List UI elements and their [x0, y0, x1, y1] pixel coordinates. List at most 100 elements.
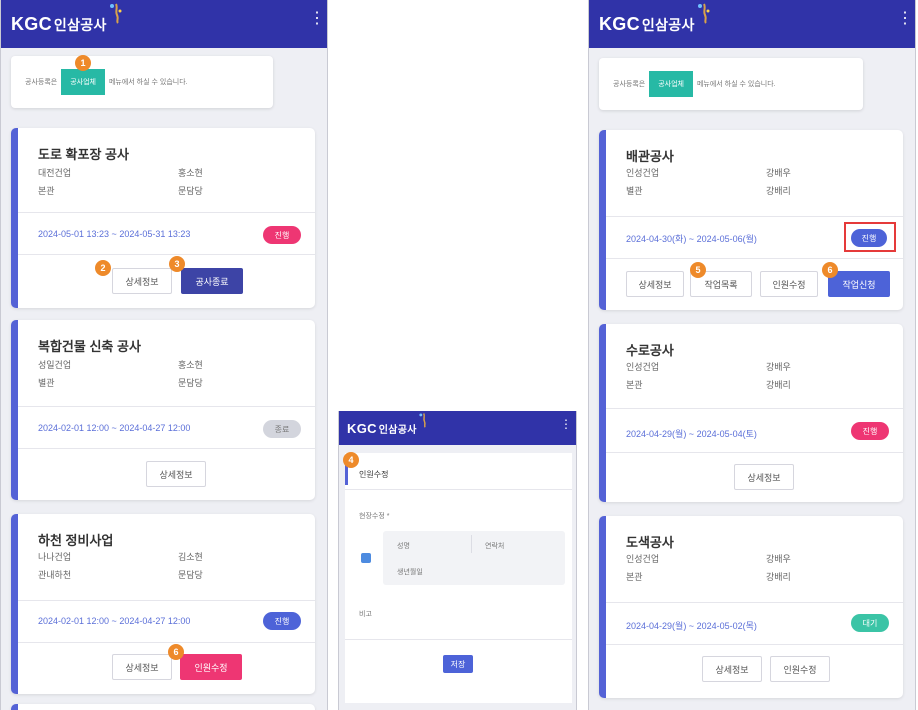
construction-card: 복합건물 신축 공사 성일건업 홍소현 별관 문담당 2024-02-01 12… [11, 320, 315, 500]
divider [606, 408, 903, 409]
status-badge: 진행 [851, 422, 889, 440]
highlight-box [844, 222, 896, 252]
construction-card: 수로공사 인성건업 강배우 본관 강배리 2024-04-29(월) ~ 202… [599, 324, 903, 502]
step-marker-6: 6 [168, 644, 184, 660]
workers-label: 현장수정 * [359, 513, 390, 520]
save-button[interactable]: 저장 [443, 655, 473, 673]
more-menu-icon[interactable]: ⋮ [560, 418, 572, 430]
edit-workers-button[interactable]: 인원수정 [770, 656, 830, 682]
app-logo[interactable]: KGC 인삼공사 [11, 3, 122, 35]
divider [18, 406, 315, 407]
site-name: 관내하천 [38, 570, 72, 580]
logo-text: KGC [11, 13, 52, 34]
worker-entry-box: 성명 연락처 생년월일 [383, 531, 565, 585]
work-period: 2024-04-29(월) ~ 2024-05-04(토) [626, 429, 757, 439]
status-badge: 진행 [263, 226, 301, 244]
card-title: 복합건물 신축 공사 [38, 339, 141, 354]
edit-workers-button[interactable]: 인원수정 [760, 271, 818, 297]
detail-button[interactable]: 상세정보 [626, 271, 684, 297]
step-marker-5: 5 [690, 262, 706, 278]
site-name: 별관 [626, 186, 643, 196]
edit-form: 인원수정 현장수정 * 성명 연락처 생년월일 비고 저장 [345, 453, 572, 703]
card-title: 도로 확포장 공사 [38, 147, 129, 162]
work-request-button[interactable]: 작업신청 [828, 271, 890, 297]
contractor-menu-button[interactable]: 공사업체 [649, 71, 693, 97]
app-bar: KGC 인삼공사 ⋮ [339, 411, 576, 445]
divider [18, 600, 315, 601]
site-name: 본관 [38, 186, 55, 196]
detail-button[interactable]: 상세정보 [112, 268, 172, 294]
divider [18, 212, 315, 213]
tab-edit-workers[interactable]: 인원수정 [359, 469, 388, 480]
step-marker-6: 6 [822, 262, 838, 278]
logo-subtext: 인삼공사 [641, 16, 695, 33]
company-name: 인성건업 [626, 168, 660, 178]
company-name: 인성건업 [626, 362, 660, 372]
work-period: 2024-02-01 12:00 ~ 2024-04-27 12:00 [38, 423, 191, 433]
work-period: 2024-04-29(월) ~ 2024-05-02(목) [626, 621, 757, 631]
card-title: 도색공사 [626, 535, 674, 550]
logo-ginseng-icon [109, 3, 122, 24]
detail-button[interactable]: 상세정보 [734, 464, 794, 490]
manager-name: 강배리 [766, 572, 791, 582]
logo-text: KGC [347, 420, 377, 436]
construction-card: 배관공사 인성건업 강배우 별관 강배리 2024-04-30(화) ~ 202… [599, 130, 903, 310]
status-badge: 진행 [263, 612, 301, 630]
end-construction-button[interactable]: 공사종료 [181, 268, 243, 294]
notice-suffix: 메뉴에서 하실 수 있습니다. [108, 79, 188, 86]
note-label: 비고 [359, 611, 372, 618]
divider [18, 254, 315, 255]
company-name: 성일건업 [38, 360, 72, 370]
screen-edit-workers: KGC 인삼공사 ⋮ 인원수정 현장수정 * 성명 연락처 생년월일 비고 저장 [338, 411, 577, 710]
contractor-menu-button[interactable]: 공사업체 [61, 69, 105, 95]
manager-name: 강배리 [766, 380, 791, 390]
divider [606, 602, 903, 603]
step-marker-4: 4 [343, 452, 359, 468]
owner-name: 홍소현 [178, 168, 203, 178]
site-name: 별관 [38, 378, 55, 388]
step-marker-1: 1 [75, 55, 91, 71]
divider [606, 644, 903, 645]
notice-banner: 공사등록은 공사업체 메뉴에서 하실 수 있습니다. [11, 56, 273, 108]
owner-name: 강배우 [766, 168, 791, 178]
owner-name: 강배우 [766, 362, 791, 372]
logo-ginseng-icon [419, 412, 426, 428]
screen-construction-list: KGC 인삼공사 ⋮ 공사등록은 공사업체 메뉴에서 하실 수 있습니다. 1 도… [0, 0, 328, 710]
status-badge: 종료 [263, 420, 301, 438]
logo-subtext: 인삼공사 [378, 424, 417, 436]
divider [18, 642, 315, 643]
notice-prefix: 공사등록은 [25, 79, 58, 86]
status-badge: 대기 [851, 614, 889, 632]
divider [606, 258, 903, 259]
more-menu-icon[interactable]: ⋮ [309, 11, 325, 27]
worker-phone-input[interactable]: 연락처 [485, 541, 504, 551]
more-menu-icon[interactable]: ⋮ [897, 11, 913, 27]
detail-button[interactable]: 상세정보 [146, 461, 206, 487]
worker-birth-input[interactable]: 생년월일 [397, 567, 423, 577]
notice-suffix: 메뉴에서 하실 수 있습니다. [696, 81, 776, 88]
detail-button[interactable]: 상세정보 [702, 656, 762, 682]
notice-prefix: 공사등록은 [613, 81, 646, 88]
construction-card: 도색공사 인성건업 강배우 본관 강배리 2024-04-29(월) ~ 202… [599, 516, 903, 698]
app-logo[interactable]: KGC 인삼공사 [599, 3, 710, 35]
construction-card: 하천 정비사업 나나건업 김소현 관내하천 문담당 2024-02-01 12:… [11, 514, 315, 694]
card-title: 하천 정비사업 [38, 533, 114, 548]
divider [606, 216, 903, 217]
edit-workers-button[interactable]: 인원수정 [180, 654, 242, 680]
step-marker-2: 2 [95, 260, 111, 276]
logo-subtext: 인삼공사 [53, 16, 107, 33]
company-name: 대전건업 [38, 168, 72, 178]
owner-name: 홍소현 [178, 360, 203, 370]
detail-button[interactable]: 상세정보 [112, 654, 172, 680]
app-bar: KGC 인삼공사 ⋮ [589, 0, 915, 48]
divider [606, 452, 903, 453]
worker-checkbox[interactable] [361, 553, 371, 563]
step-marker-3: 3 [169, 256, 185, 272]
owner-name: 강배우 [766, 554, 791, 564]
manager-name: 문담당 [178, 186, 203, 196]
card-title: 배관공사 [626, 149, 674, 164]
divider [18, 448, 315, 449]
app-logo[interactable]: KGC 인삼공사 [347, 412, 426, 436]
site-name: 본관 [626, 380, 643, 390]
worker-name-input[interactable]: 성명 [397, 541, 410, 551]
